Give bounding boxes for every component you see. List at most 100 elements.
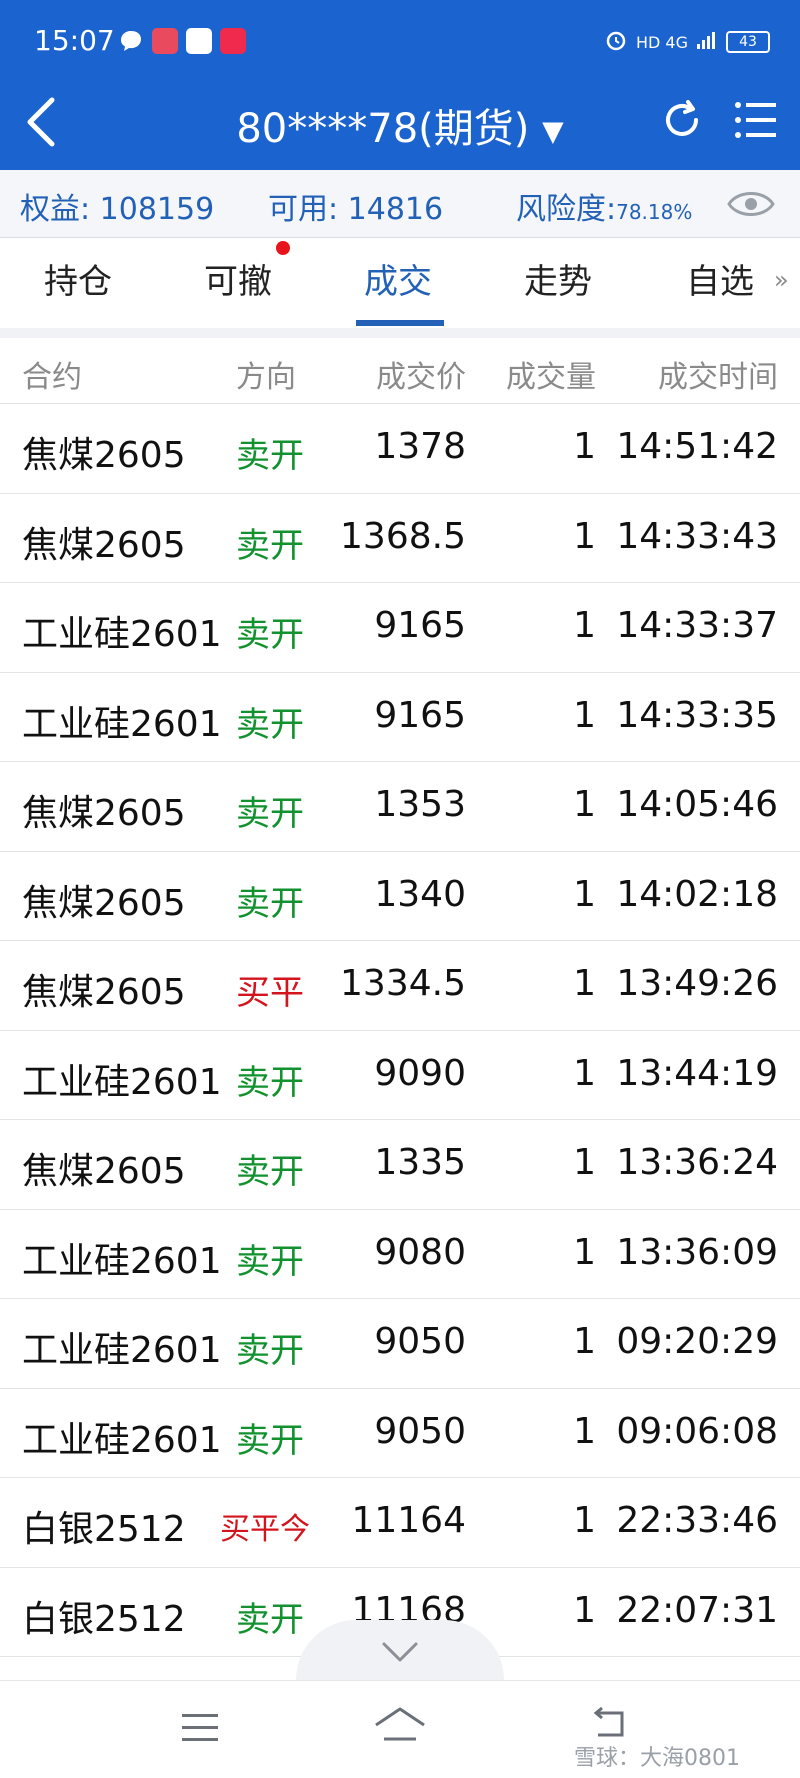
table-row[interactable]: 焦煤2605 买平 1334.5 1 13:49:26 xyxy=(0,941,800,1031)
row-direction: 买平今 xyxy=(220,1512,310,1547)
row-contract: 白银2512 xyxy=(22,1509,186,1550)
row-contract: 焦煤2605 xyxy=(22,1151,186,1192)
row-time: 14:33:37 xyxy=(616,605,778,646)
double-chevron-right-icon[interactable]: » xyxy=(774,266,789,294)
table-row[interactable]: 工业硅2601 卖开 9090 1 13:44:19 xyxy=(0,1031,800,1120)
trade-list: 焦煤2605 卖开 1378 1 14:51:42 焦煤2605 卖开 1368.5 1 14:… xyxy=(0,404,800,1657)
tab-positions[interactable]: 持仓 xyxy=(44,254,112,303)
header-volume: 成交量 xyxy=(506,360,596,395)
row-volume: 1 xyxy=(573,426,596,467)
row-contract: 工业硅2601 xyxy=(22,703,222,745)
tab-cancelable[interactable]: 可撤 xyxy=(204,254,272,303)
row-direction: 卖开 xyxy=(236,1331,304,1371)
row-price: 1368.5 xyxy=(340,515,466,557)
row-volume: 1 xyxy=(573,515,596,557)
row-contract: 白银2512 xyxy=(22,1598,186,1640)
available-label: 可用: xyxy=(268,192,339,227)
row-contract: 焦煤2605 xyxy=(22,524,186,566)
caret-down-icon: ▼ xyxy=(542,114,564,148)
row-price: 9165 xyxy=(374,694,466,736)
row-volume: 1 xyxy=(573,1589,596,1631)
refresh-icon[interactable] xyxy=(660,96,704,144)
row-contract: 工业硅2601 xyxy=(22,1061,222,1103)
header-time: 成交时间 xyxy=(658,360,778,395)
row-time: 13:49:26 xyxy=(616,963,778,1004)
row-time: 13:36:09 xyxy=(616,1231,778,1273)
row-time: 09:20:29 xyxy=(616,1321,778,1362)
row-price: 9090 xyxy=(374,1052,466,1094)
row-volume: 1 xyxy=(573,1231,596,1273)
table-row[interactable]: 工业硅2601 卖开 9080 1 13:36:09 xyxy=(0,1210,800,1299)
row-direction: 卖开 xyxy=(236,1420,304,1461)
menu-icon[interactable] xyxy=(180,1711,220,1745)
table-row[interactable]: 焦煤2605 卖开 1340 1 14:02:18 xyxy=(0,852,800,941)
equity-value: 108159 xyxy=(99,192,215,227)
section-gap xyxy=(0,328,800,338)
app-notification-icon xyxy=(186,28,212,54)
row-contract: 工业硅2601 xyxy=(22,614,222,655)
header-price: 成交价 xyxy=(376,360,466,395)
row-contract: 工业硅2601 xyxy=(22,1330,222,1371)
row-volume: 1 xyxy=(573,1321,596,1362)
row-time: 22:07:31 xyxy=(616,1589,778,1631)
battery-icon: 43 xyxy=(726,31,770,53)
row-time: 14:33:43 xyxy=(616,515,778,557)
row-time: 14:05:46 xyxy=(616,784,778,825)
row-price: 1378 xyxy=(374,426,466,467)
risk-label: 风险度: xyxy=(516,192,617,227)
table-row[interactable]: 焦煤2605 卖开 1368.5 1 14:33:43 xyxy=(0,494,800,583)
row-direction: 卖开 xyxy=(236,704,304,745)
status-bar: 15:07 HD 4G 43 xyxy=(0,0,800,80)
menu-list-icon[interactable] xyxy=(734,100,778,140)
row-direction: 卖开 xyxy=(236,615,304,655)
row-volume: 1 xyxy=(573,873,596,915)
row-time: 22:33:46 xyxy=(616,1500,778,1541)
tab-trend[interactable]: 走势 xyxy=(524,254,592,303)
tab-watchlist[interactable]: 自选 xyxy=(686,254,754,303)
row-direction: 卖开 xyxy=(236,1241,304,1282)
row-price: 9050 xyxy=(374,1410,466,1452)
row-contract: 焦煤2605 xyxy=(22,882,186,924)
row-contract: 焦煤2605 xyxy=(22,435,186,476)
chevron-down-icon[interactable] xyxy=(380,1640,420,1664)
row-direction: 卖开 xyxy=(236,1599,304,1640)
row-price: 1335 xyxy=(374,1142,466,1183)
table-row[interactable]: 工业硅2601 卖开 9165 1 14:33:37 xyxy=(0,583,800,673)
account-summary: 权益: 108159 可用: 14816 风险度:78.18% xyxy=(0,170,800,238)
row-volume: 1 xyxy=(573,963,596,1004)
row-direction: 买平 xyxy=(236,973,304,1013)
tab-bar: 持仓 可撤 成交 走势 自选 xyxy=(0,238,800,328)
table-row[interactable]: 工业硅2601 卖开 9050 1 09:20:29 xyxy=(0,1299,800,1389)
row-direction: 卖开 xyxy=(236,436,304,476)
watermark: 雪球：大海0801 xyxy=(574,1746,740,1771)
back-icon[interactable] xyxy=(586,1705,630,1745)
table-row[interactable]: 工业硅2601 卖开 9165 1 14:33:35 xyxy=(0,673,800,762)
eye-icon[interactable] xyxy=(726,184,776,224)
app-notification-icon xyxy=(220,28,246,54)
table-row[interactable]: 白银2512 买平今 11164 1 22:33:46 xyxy=(0,1478,800,1568)
table-row[interactable]: 工业硅2601 卖开 9050 1 09:06:08 xyxy=(0,1389,800,1478)
row-direction: 卖开 xyxy=(236,1152,304,1192)
active-tab-indicator xyxy=(356,320,444,326)
table-row[interactable]: 焦煤2605 卖开 1378 1 14:51:42 xyxy=(0,404,800,494)
home-icon[interactable] xyxy=(372,1703,428,1749)
row-direction: 卖开 xyxy=(236,794,304,834)
row-direction: 卖开 xyxy=(236,1062,304,1103)
account-title: 80****78(期货) xyxy=(236,106,530,152)
row-volume: 1 xyxy=(573,694,596,736)
table-row[interactable]: 焦煤2605 卖开 1353 1 14:05:46 xyxy=(0,762,800,852)
row-time: 09:06:08 xyxy=(616,1410,778,1452)
unread-dot xyxy=(276,241,290,255)
table-row[interactable]: 焦煤2605 卖开 1335 1 13:36:24 xyxy=(0,1120,800,1210)
row-time: 13:36:24 xyxy=(616,1142,778,1183)
risk-value: 78.18% xyxy=(616,200,693,224)
row-time: 14:33:35 xyxy=(616,694,778,736)
row-price: 1334.5 xyxy=(340,963,466,1004)
row-direction: 卖开 xyxy=(236,883,304,924)
row-price: 1340 xyxy=(374,873,466,915)
tab-trades[interactable]: 成交 xyxy=(364,254,432,303)
header-direction: 方向 xyxy=(236,360,296,395)
row-time: 13:44:19 xyxy=(616,1052,778,1094)
row-price: 9050 xyxy=(374,1321,466,1362)
signal-icon xyxy=(696,30,718,54)
